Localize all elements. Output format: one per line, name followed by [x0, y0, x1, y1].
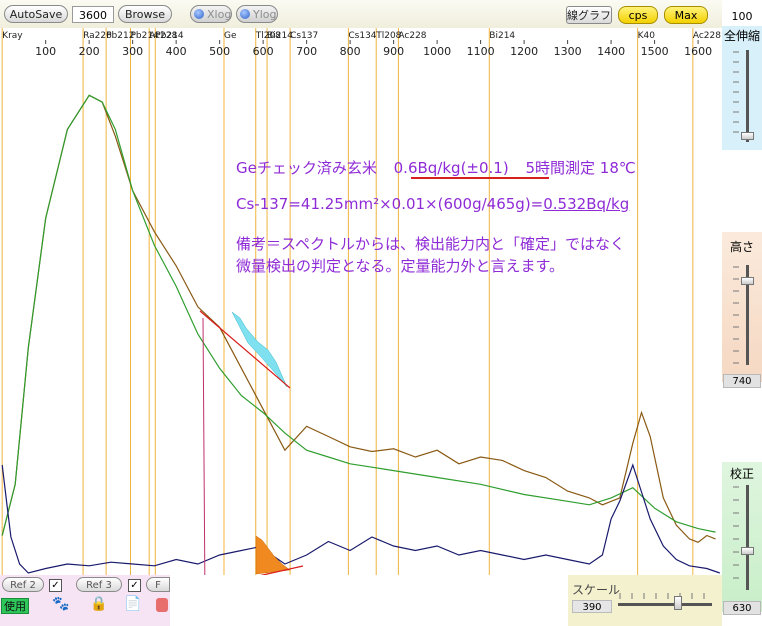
cps-button[interactable]: cps — [618, 6, 658, 24]
x-tick-label: 400 — [166, 45, 187, 58]
ylog-label: Ylog — [253, 8, 277, 21]
x-tick-label: 800 — [340, 45, 361, 58]
paw-icon[interactable]: 🐾 — [52, 596, 69, 612]
note-line1-text: Geチェック済み玄米 — [236, 159, 377, 177]
partial-icon[interactable] — [156, 598, 168, 612]
lock-icon[interactable]: 🔒 — [90, 596, 107, 612]
x-tick-label: 1400 — [597, 45, 625, 58]
isotope-label: Cs137 — [290, 31, 318, 41]
x-tick-label: 100 — [35, 45, 56, 58]
height-label: 高さ — [729, 240, 754, 254]
note-line2-prefix: Cs-137=41.25mm²×0.01×(600g/465g)= — [236, 195, 544, 213]
x-tick-label: 1300 — [554, 45, 582, 58]
ref2-checkbox[interactable]: ✓ — [49, 579, 62, 592]
scale-ticks — [619, 593, 705, 599]
calib-track[interactable] — [746, 485, 749, 590]
autosave-button[interactable]: AutoSave — [4, 5, 68, 23]
isotope-label: Kray — [2, 31, 23, 41]
top-value: 100 — [731, 10, 753, 23]
max-button[interactable]: Max — [664, 6, 708, 24]
scale-slider-thumb[interactable] — [674, 596, 682, 610]
height-ticks — [733, 266, 739, 364]
x-tick-label: 1100 — [467, 45, 495, 58]
ref-partial-button[interactable]: F — [146, 577, 170, 592]
x-tick-label: 600 — [253, 45, 274, 58]
xlog-toggle[interactable]: Xlog — [190, 5, 232, 23]
isotope-label: Ge — [224, 31, 237, 41]
note-line1-tail: 5時間測定 18℃ — [525, 159, 636, 177]
height-value: 740 — [723, 374, 761, 388]
note-line1: Geチェック済み玄米 0.6Bq/kg(±0.1) 5時間測定 18℃ — [236, 157, 636, 178]
isotope-label: Bi214 — [489, 31, 515, 41]
isotope-label: Pb214 — [155, 31, 184, 41]
x-tick-label: 1000 — [423, 45, 451, 58]
calib-ticks — [733, 486, 739, 579]
note-line2-result: 0.532Bq/kg — [543, 195, 630, 213]
x-tick-label: 700 — [296, 45, 317, 58]
x-tick-label: 900 — [383, 45, 404, 58]
height-slider-thumb[interactable] — [741, 277, 754, 285]
ref3-button[interactable]: Ref 3 — [76, 577, 122, 592]
note-line1-underline — [411, 177, 549, 179]
x-tick-label: 300 — [122, 45, 143, 58]
zoom-all-slider-thumb[interactable] — [741, 132, 754, 140]
xlog-radio-icon — [194, 9, 204, 19]
isotope-label: Ac228 — [693, 31, 721, 41]
calib-slider-thumb[interactable] — [741, 547, 754, 555]
line-graph-button[interactable]: 線グラフ — [566, 6, 612, 24]
note-line3: 備考＝スペクトルからは、検出能力内と「確定」ではなく — [236, 235, 625, 253]
x-tick-label: 1500 — [641, 45, 669, 58]
calib-value: 630 — [723, 601, 761, 615]
scale-value: 390 — [572, 600, 612, 613]
scale-label: スケール — [572, 583, 621, 597]
zoom-all-ticks — [733, 51, 739, 133]
document-icon[interactable]: 📄 — [124, 596, 141, 612]
zoom-all-track[interactable] — [746, 50, 749, 142]
calib-section — [722, 462, 762, 612]
top-toolbar: AutoSave 3600 Browse Xlog Ylog 線グラフ cps … — [0, 0, 722, 29]
isotope-label: Ac228 — [398, 31, 426, 41]
ylog-radio-icon — [240, 9, 250, 19]
calib-label: 校正 — [729, 467, 754, 481]
note-line2: Cs-137=41.25mm²×0.01×(600g/465g)=0.532Bq… — [236, 195, 629, 213]
ref2-button[interactable]: Ref 2 — [2, 577, 44, 592]
x-tick-label: 500 — [209, 45, 230, 58]
browse-button[interactable]: Browse — [118, 5, 172, 23]
x-tick-label: 1600 — [684, 45, 712, 58]
note-line1-value: 0.6Bq/kg(±0.1) — [393, 159, 509, 177]
zoom-all-label: 全伸縮 — [724, 29, 761, 43]
x-tick-label: 200 — [79, 45, 100, 58]
note-line4: 微量検出の判定となる。定量能力外と言えます。 — [236, 257, 565, 275]
spectrum-chart: 100 200 300 400 500 600 700 800 900 1000 1100 1200 1… — [0, 28, 722, 575]
use-button[interactable]: 使用 — [1, 598, 29, 614]
isotope-label: K40 — [638, 31, 656, 41]
ylog-toggle[interactable]: Ylog — [236, 5, 278, 23]
x-tick-label: 1200 — [510, 45, 538, 58]
time-input[interactable]: 3600 — [72, 6, 114, 23]
isotope-label: Cs134 — [348, 31, 376, 41]
xlog-label: Xlog — [207, 8, 232, 21]
scale-track[interactable] — [618, 603, 712, 606]
ref3-checkbox[interactable]: ✓ — [128, 579, 141, 592]
blank-overlay — [170, 575, 308, 626]
